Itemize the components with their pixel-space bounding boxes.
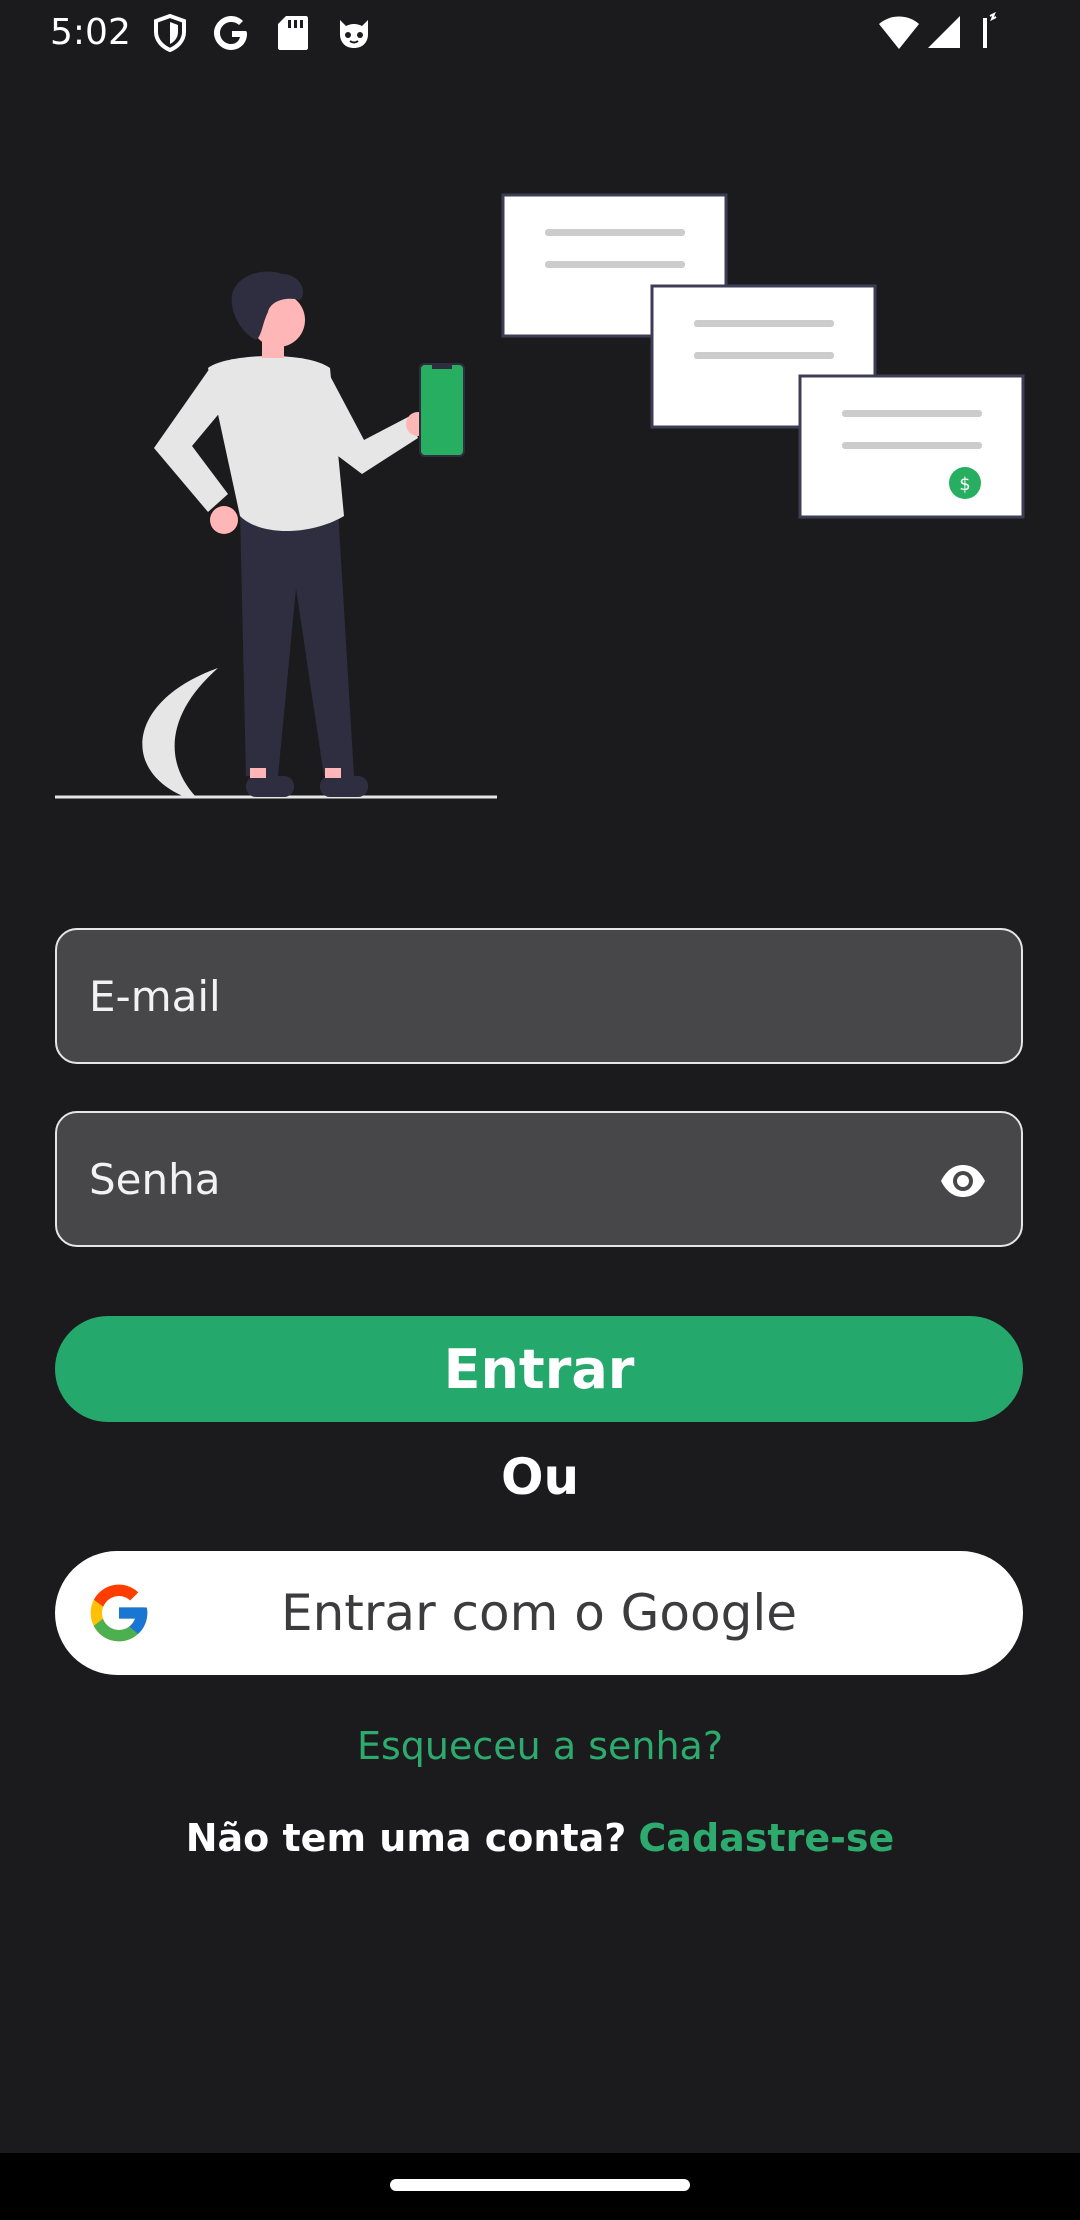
email-input[interactable] — [89, 930, 909, 1062]
battery-icon — [983, 12, 997, 48]
login-button[interactable]: Entrar — [55, 1316, 1023, 1422]
cellular-signal-icon — [928, 16, 960, 48]
password-field[interactable] — [55, 1111, 1023, 1247]
signup-row: Não tem uma conta? Cadastre-se — [0, 1816, 1080, 1860]
google-signin-button[interactable]: Entrar com o Google — [55, 1551, 1023, 1675]
signup-prompt: Não tem uma conta? — [185, 1816, 627, 1860]
home-indicator[interactable] — [390, 2179, 690, 2191]
google-signin-label: Entrar com o Google — [280, 1584, 797, 1642]
person-with-phone-and-payment-cards-illustration: $ $ $ — [55, 193, 1025, 799]
card-currency-symbol: $ — [959, 474, 970, 495]
sd-card-icon — [278, 16, 308, 50]
signup-link[interactable]: Cadastre-se — [638, 1816, 894, 1860]
eye-icon[interactable] — [939, 1157, 987, 1205]
login-screen: 5:02 $ E-mail Entrar Ou Entrar com o Goo… — [0, 0, 1080, 2220]
wifi-icon — [879, 16, 919, 49]
email-field[interactable] — [55, 928, 1023, 1064]
password-input[interactable] — [89, 1113, 909, 1245]
shield-icon — [154, 14, 186, 52]
google-g-icon — [214, 16, 247, 50]
cat-face-icon — [340, 20, 368, 48]
status-bar: 5:02 — [0, 0, 1080, 66]
forgot-password-link[interactable]: Esqueceu a senha? — [0, 1724, 1080, 1768]
status-time: 5:02 — [50, 12, 131, 53]
navigation-bar — [0, 2153, 1080, 2220]
or-divider-text: Ou — [500, 1448, 580, 1506]
